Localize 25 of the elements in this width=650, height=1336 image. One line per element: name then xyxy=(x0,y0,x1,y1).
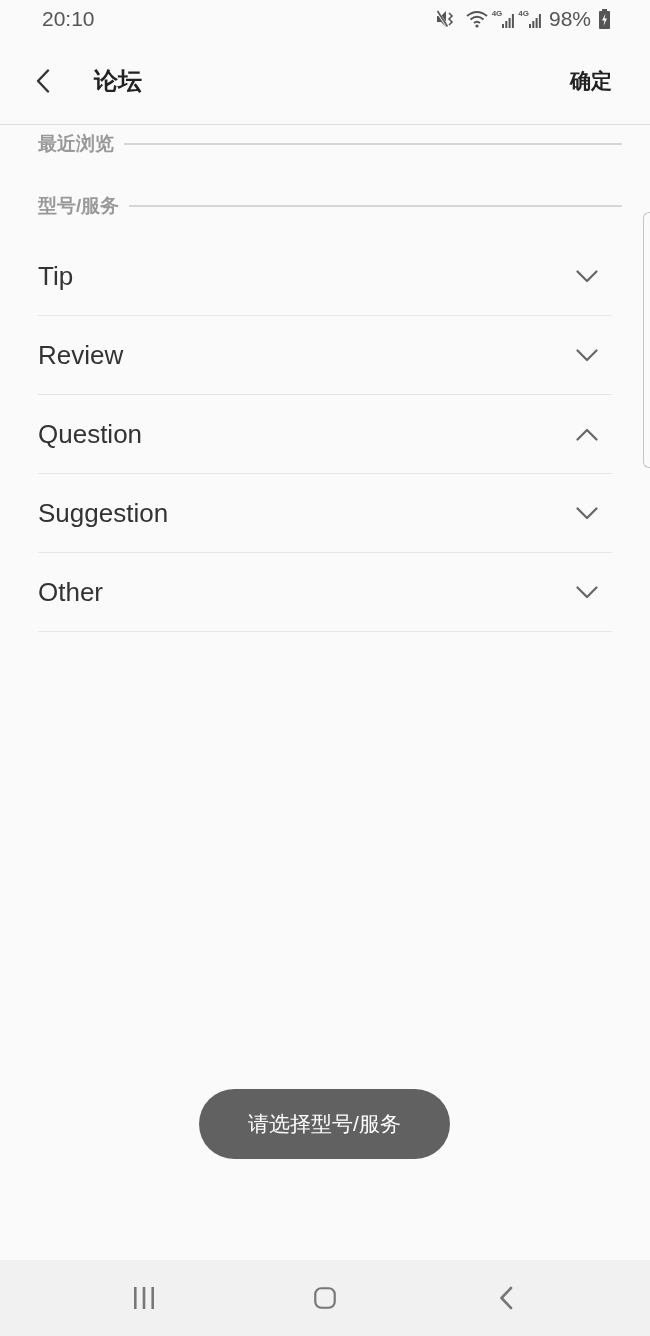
category-row[interactable]: Other xyxy=(38,553,612,632)
back-icon xyxy=(36,69,50,93)
wifi-icon xyxy=(465,10,488,28)
category-row[interactable]: Suggestion xyxy=(38,474,612,553)
toast-message: 请选择型号/服务 xyxy=(199,1089,450,1159)
category-row[interactable]: Question xyxy=(38,395,612,474)
network-type-label: 4G xyxy=(491,9,503,18)
back-button[interactable] xyxy=(34,67,52,95)
confirm-button[interactable]: 确定 xyxy=(570,63,612,99)
signal-icon xyxy=(502,14,515,28)
page-title: 论坛 xyxy=(94,66,142,96)
battery-charging-icon xyxy=(599,9,610,29)
mute-icon xyxy=(435,10,456,28)
section-title: 型号/服务 xyxy=(38,194,120,218)
recents-icon xyxy=(133,1286,155,1310)
signal-icon xyxy=(528,14,541,28)
status-time: 20:10 xyxy=(42,7,95,31)
network-type-label: 4G xyxy=(518,9,529,18)
edge-panel-handle[interactable] xyxy=(643,212,650,468)
section-title: 最近浏览 xyxy=(38,132,114,156)
back-icon xyxy=(499,1286,513,1310)
battery-percent: 98% xyxy=(548,7,591,31)
category-row[interactable]: Review xyxy=(38,316,612,395)
home-icon xyxy=(314,1286,336,1310)
category-row[interactable]: Tip xyxy=(38,237,612,316)
